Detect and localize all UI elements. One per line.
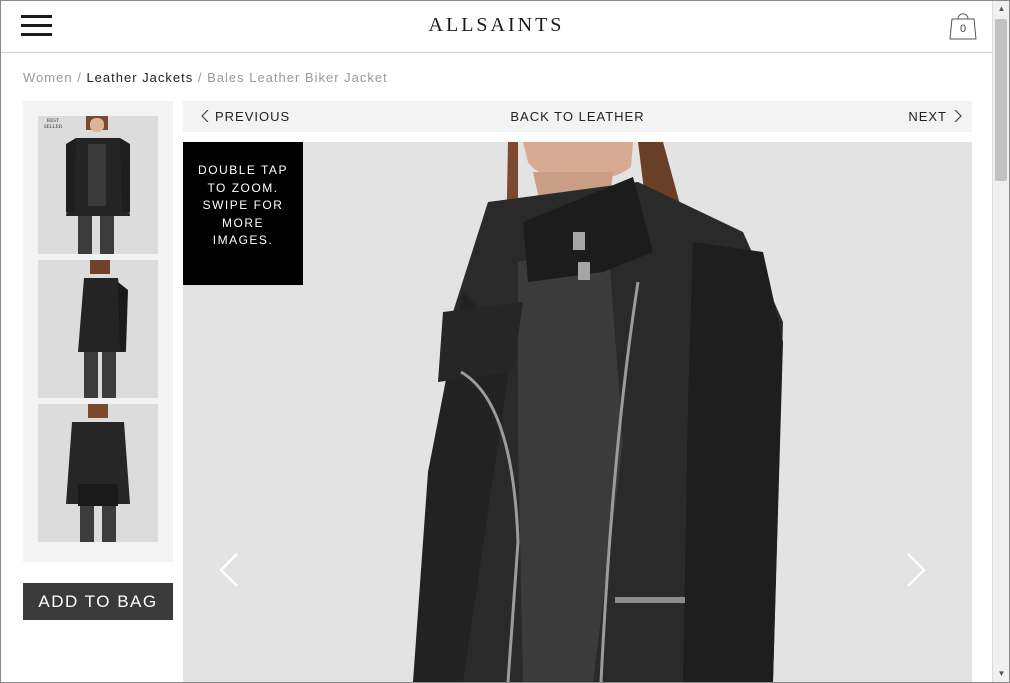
site-header: ALLSAINTS 0 [1, 1, 992, 53]
chevron-left-icon [201, 109, 209, 123]
scrollbar-thumb[interactable] [995, 19, 1007, 181]
best-seller-badge: BEST SELLER [43, 119, 63, 130]
browser-frame: ALLSAINTS 0 Women / Leather Jackets / Ba… [0, 0, 1010, 683]
bag-count: 0 [959, 23, 967, 35]
back-to-leather-link[interactable]: BACK TO LEATHER [510, 109, 644, 124]
site-logo[interactable]: ALLSAINTS [1, 14, 992, 37]
thumbnail-list: BEST SELLER [23, 101, 173, 562]
zoom-hint-text: DOUBLE TAP TO ZOOM. SWIPE FOR MORE IMAGE… [198, 163, 288, 247]
jacket-front-image [38, 116, 158, 254]
scroll-up-arrow-icon[interactable]: ▲ [993, 1, 1009, 17]
gallery-prev-arrow[interactable] [217, 550, 241, 590]
chevron-right-icon [907, 553, 926, 587]
thumbnail-side[interactable] [38, 260, 158, 398]
breadcrumb-women[interactable]: Women [23, 70, 73, 85]
chevron-left-icon [219, 553, 238, 587]
next-label: NEXT [908, 109, 947, 124]
jacket-back-image [38, 404, 158, 542]
add-to-bag-button[interactable]: ADD TO BAG [23, 583, 173, 620]
breadcrumb-separator: / [77, 70, 82, 85]
product-navigation: PREVIOUS BACK TO LEATHER NEXT [183, 101, 972, 132]
gallery-next-arrow[interactable] [904, 550, 928, 590]
thumbnail-front[interactable]: BEST SELLER [38, 116, 158, 254]
previous-label: PREVIOUS [215, 109, 291, 124]
scroll-down-arrow-icon[interactable]: ▼ [993, 666, 1009, 682]
breadcrumb-leather-jackets[interactable]: Leather Jackets [86, 70, 193, 85]
breadcrumb: Women / Leather Jackets / Bales Leather … [23, 70, 388, 85]
breadcrumb-separator: / [197, 70, 203, 85]
breadcrumb-current: Bales Leather Biker Jacket [207, 70, 388, 85]
main-product-image[interactable]: DOUBLE TAP TO ZOOM. SWIPE FOR MORE IMAGE… [183, 142, 972, 682]
thumbnail-back[interactable] [38, 404, 158, 542]
previous-button[interactable]: PREVIOUS [201, 109, 290, 124]
chevron-right-icon [954, 109, 962, 123]
shopping-bag-button[interactable]: 0 [949, 9, 977, 41]
jacket-side-image [38, 260, 158, 398]
zoom-hint-overlay: DOUBLE TAP TO ZOOM. SWIPE FOR MORE IMAGE… [183, 142, 303, 285]
next-button[interactable]: NEXT [908, 109, 962, 124]
page-scrollbar[interactable]: ▲ ▼ [992, 1, 1009, 682]
